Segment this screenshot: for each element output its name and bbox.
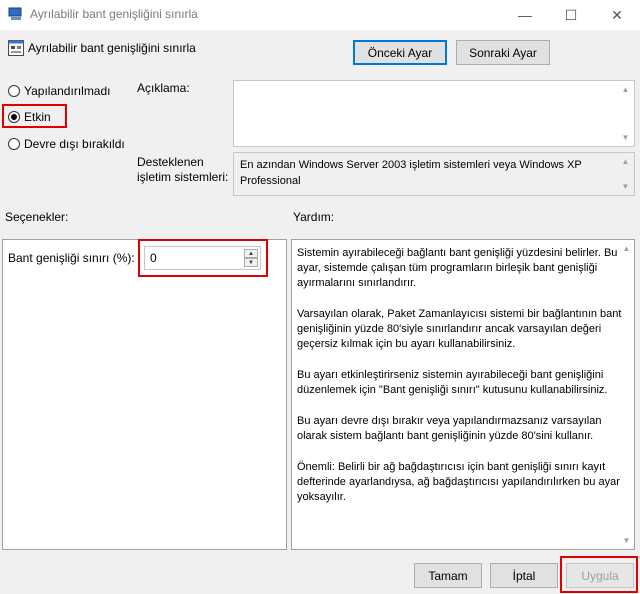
help-paragraph: Bu ayarı devre dışı bırakır veya yapılan… [297,415,602,442]
help-panel: Sistemin ayırabileceği bağlantı bant gen… [291,239,635,550]
radio-circle [8,85,20,97]
bandwidth-limit-label: Bant genişliği sınırı (%): [8,251,135,265]
policy-title: Ayrılabilir bant genişliğini sınırla [28,41,196,55]
window-title: Ayrılabilir bant genişliğini sınırla [30,7,198,21]
scroll-up-icon[interactable]: ▲ [617,81,634,98]
help-paragraph: Bu ayarı etkinleştirirseniz sistemin ayı… [297,369,608,396]
highlight-box-enabled [2,104,67,128]
help-paragraph: Varsayılan olarak, Paket Zamanlayıcısı s… [297,308,622,350]
help-heading: Yardım: [293,210,335,224]
app-icon [8,7,22,20]
supported-on-label-line1: Desteklenen [137,155,204,169]
minimize-icon: — [518,7,532,23]
radio-circle [8,138,20,150]
scroll-down-icon[interactable]: ▼ [617,178,634,195]
scroll-down-icon[interactable]: ▼ [617,129,634,146]
radio-disabled-label: Devre dışı bırakıldı [24,137,125,151]
highlight-box-apply [560,556,638,593]
radio-not-configured[interactable]: Yapılandırılmadı [8,84,111,98]
previous-setting-button[interactable]: Önceki Ayar [353,40,447,65]
supported-on-label-line2: işletim sistemleri: [137,170,229,184]
help-paragraph: Önemli: Belirli bir ağ bağdaştırıcısı iç… [297,461,620,503]
scroll-up-icon[interactable]: ▲ [619,240,634,257]
policy-setting-icon [8,40,24,56]
options-heading: Seçenekler: [5,210,69,224]
scroll-down-icon[interactable]: ▼ [619,532,634,549]
highlight-box-bandwidth [138,239,268,277]
help-text: Sistemin ayırabileceği bağlantı bant gen… [297,246,622,521]
radio-disabled[interactable]: Devre dışı bırakıldı [8,137,125,151]
next-setting-button[interactable]: Sonraki Ayar [456,40,550,65]
close-icon: ✕ [611,6,623,23]
comment-textarea[interactable]: ▲ ▼ [233,80,635,147]
maximize-icon: ☐ [564,6,578,23]
cancel-button[interactable]: İptal [490,563,558,588]
minimize-button[interactable]: — [502,0,548,30]
help-paragraph: Sistemin ayırabileceği bağlantı bant gen… [297,247,618,289]
radio-not-configured-label: Yapılandırılmadı [24,84,111,98]
close-button[interactable]: ✕ [594,0,640,30]
maximize-button[interactable]: ☐ [548,0,594,30]
comment-label: Açıklama: [137,81,190,95]
supported-on-text: En azından Windows Server 2003 işletim s… [240,159,582,187]
options-panel [2,239,287,550]
scroll-up-icon[interactable]: ▲ [617,153,634,170]
supported-on-scrollbar[interactable]: ▲ ▼ [617,153,634,195]
supported-on-box: En azından Windows Server 2003 işletim s… [233,152,635,196]
ok-button[interactable]: Tamam [414,563,482,588]
help-scrollbar[interactable]: ▲ ▼ [619,240,634,549]
comment-scrollbar[interactable]: ▲ ▼ [617,81,634,146]
